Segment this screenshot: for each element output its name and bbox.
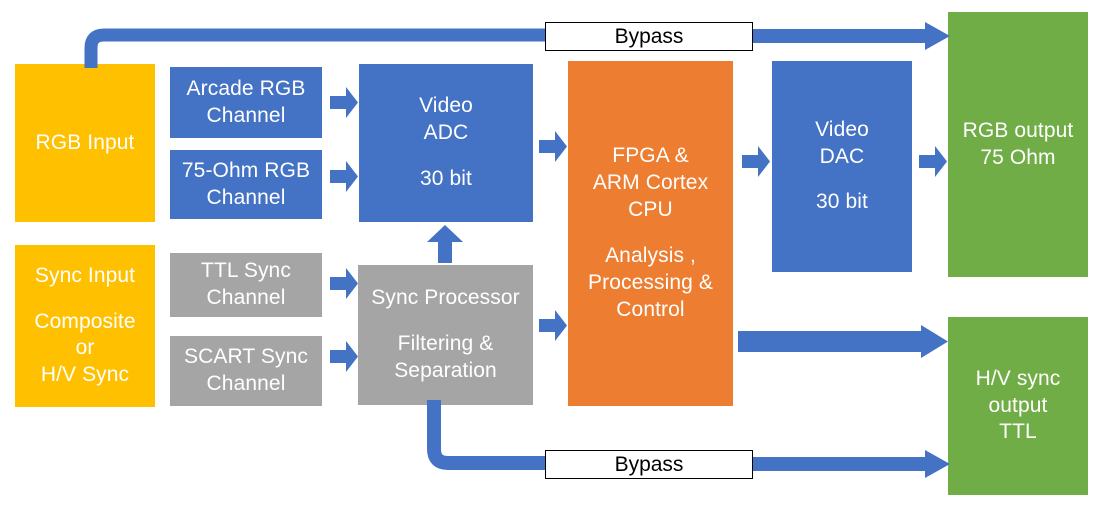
connector-sync-processor-to-bypass-bottom [420,400,555,475]
arrow-fpga-to-video-dac [742,146,770,177]
arrow-bypass-bottom-to-hv-sync-output [750,450,950,478]
block-fpga-line6: Control [616,297,685,321]
arrow-75-ohm-rgb-to-video-adc [330,161,358,192]
block-sync-processor-line1: Sync Processor [371,286,520,310]
block-75-ohm-rgb-channel[interactable]: 75-Ohm RGB Channel [170,150,322,219]
block-75-ohm-rgb-channel-line2: Channel [206,185,286,209]
block-arcade-rgb-channel[interactable]: Arcade RGB Channel [170,67,322,138]
block-arcade-rgb-channel-line2: Channel [206,103,286,127]
block-fpga-line1: FPGA & [612,144,689,168]
block-sync-processor-line3: Separation [394,358,497,382]
block-video-adc-line1: Video [419,94,473,118]
block-sync-input-line1: Sync Input [34,263,136,287]
arrow-ttl-sync-to-sync-processor [330,268,358,299]
block-video-dac-line1: Video [815,117,869,141]
block-rgb-output-line1: RGB output [962,118,1074,142]
block-scart-sync-channel-line2: Channel [206,372,286,395]
block-video-adc[interactable]: Video ADC 30 bit [359,64,533,222]
block-sync-input-line4: H/V Sync [40,363,130,387]
block-rgb-output[interactable]: RGB output 75 Ohm [948,12,1088,277]
block-fpga-arm-cortex-cpu[interactable]: FPGA & ARM Cortex CPU Analysis , Process… [568,61,733,406]
block-sync-input-line2: Composite [34,309,136,333]
block-sync-input[interactable]: Sync Input Composite or H/V Sync [15,245,155,407]
block-ttl-sync-channel-line1: TTL Sync [201,259,291,283]
block-hv-sync-output-line2: output [988,393,1048,417]
block-rgb-input-label: RGB Input [35,130,135,154]
block-video-adc-line3: 30 bit [420,166,472,190]
block-fpga-line3: CPU [628,198,673,222]
block-bypass-bottom[interactable]: Bypass [545,450,753,479]
arrow-video-adc-to-fpga [539,131,567,162]
block-hv-sync-output-line3: TTL [999,420,1037,444]
block-arcade-rgb-channel-line1: Arcade RGB [186,76,306,100]
block-scart-sync-channel[interactable]: SCART Sync Channel [170,336,322,406]
block-hv-sync-output[interactable]: H/V sync output TTL [948,317,1088,495]
block-75-ohm-rgb-channel-line1: 75-Ohm RGB [181,158,311,182]
block-fpga-line5: Processing & [588,270,713,294]
block-video-dac-line3: 30 bit [816,190,868,214]
block-rgb-input[interactable]: RGB Input [15,64,155,222]
arrow-sync-processor-to-video-adc [427,225,463,263]
block-video-dac-line2: DAC [819,144,865,168]
block-fpga-line4: Analysis , [605,243,696,267]
block-bypass-top-label: Bypass [614,24,684,48]
arrow-video-dac-to-rgb-output [919,146,947,177]
block-video-adc-line2: ADC [423,121,469,145]
block-bypass-top[interactable]: Bypass [545,22,753,51]
block-hv-sync-output-line1: H/V sync [975,366,1061,390]
block-sync-input-line3: or [75,336,95,360]
block-rgb-output-line2: 75 Ohm [980,145,1056,169]
arrow-bypass-top-to-rgb-output [750,22,950,50]
block-diagram-canvas: RGB Input Sync Input Composite or H/V Sy… [0,0,1104,510]
arrow-sync-processor-to-fpga [539,310,567,341]
block-scart-sync-channel-line1: SCART Sync [184,345,308,369]
arrow-arcade-rgb-to-video-adc [330,87,358,118]
block-video-dac[interactable]: Video DAC 30 bit [772,61,912,272]
arrow-fpga-to-hv-sync-output [738,325,948,358]
block-sync-processor[interactable]: Sync Processor Filtering & Separation [358,265,533,405]
connector-rgb-input-to-bypass-top [78,28,553,68]
block-fpga-line2: ARM Cortex [592,171,709,195]
arrow-scart-sync-to-sync-processor [330,341,358,372]
block-ttl-sync-channel-line2: Channel [206,286,286,309]
block-bypass-bottom-label: Bypass [614,452,684,476]
block-ttl-sync-channel[interactable]: TTL Sync Channel [170,253,322,317]
block-sync-processor-line2: Filtering & [397,332,494,355]
